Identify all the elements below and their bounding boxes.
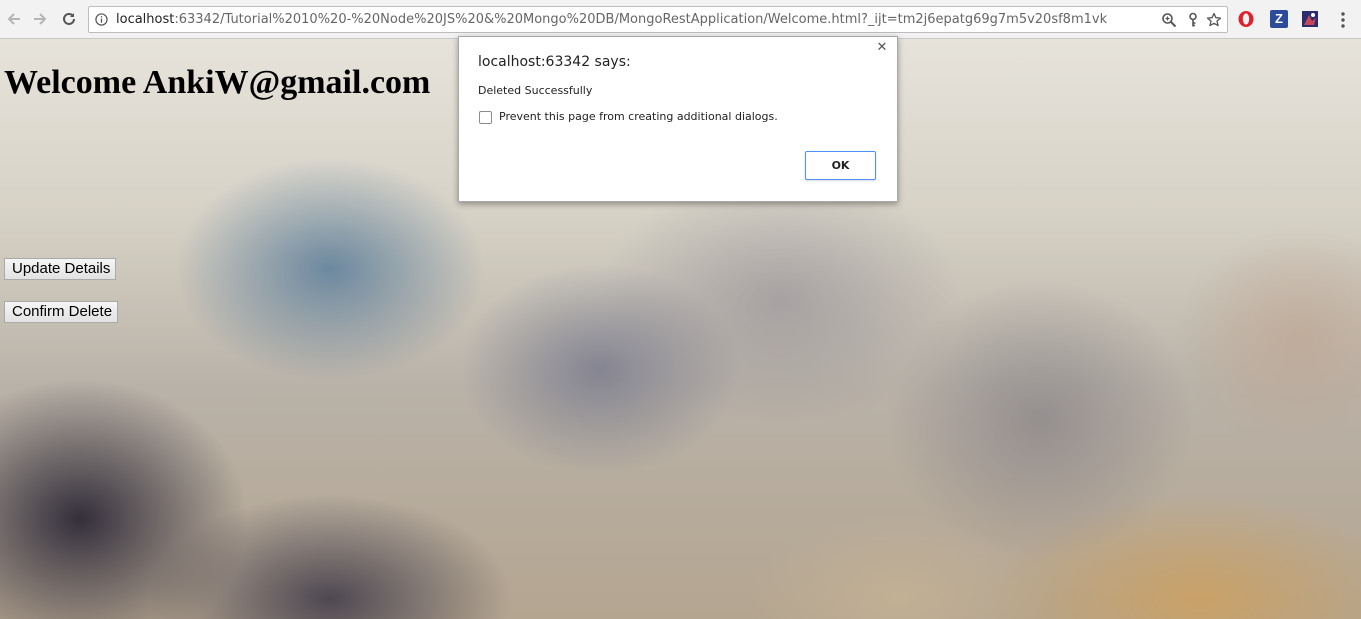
forward-button[interactable]: [29, 8, 51, 30]
url-host: localhost: [116, 12, 175, 27]
ok-button[interactable]: OK: [805, 151, 876, 180]
key-icon[interactable]: [1185, 12, 1201, 28]
dialog-title: localhost:63342 says:: [478, 54, 631, 70]
info-icon[interactable]: [95, 13, 108, 26]
zoom-icon[interactable]: [1161, 12, 1177, 28]
arrow-left-icon: [7, 13, 20, 25]
z-extension-icon[interactable]: Z: [1270, 10, 1288, 28]
kebab-menu-icon[interactable]: [1335, 11, 1351, 29]
url-text[interactable]: localhost:63342/Tutorial%2010%20-%20Node…: [116, 12, 1107, 28]
welcome-heading: Welcome AnkiW@gmail.com: [4, 64, 431, 101]
close-icon[interactable]: ✕: [876, 41, 888, 55]
url-path: :63342/Tutorial%2010%20-%20Node%20JS%20&…: [174, 12, 1108, 27]
star-icon[interactable]: [1206, 12, 1222, 28]
opera-extension-icon[interactable]: [1237, 10, 1255, 28]
back-button[interactable]: [3, 8, 25, 30]
z-extension-label: Z: [1275, 11, 1283, 26]
alert-dialog: ✕ localhost:63342 says: Deleted Successf…: [458, 36, 898, 202]
reload-icon: [63, 12, 75, 25]
address-bar[interactable]: localhost:63342/Tutorial%2010%20-%20Node…: [88, 6, 1228, 33]
reload-button[interactable]: [58, 8, 80, 30]
dialog-message: Deleted Successfully: [478, 84, 593, 97]
confirm-delete-button[interactable]: Confirm Delete: [4, 301, 118, 323]
prevent-dialogs-label[interactable]: Prevent this page from creating addition…: [499, 110, 778, 124]
arrow-right-icon: [34, 13, 47, 25]
rocket-extension-icon[interactable]: [1301, 10, 1319, 28]
browser-toolbar: localhost:63342/Tutorial%2010%20-%20Node…: [0, 0, 1361, 39]
prevent-dialogs-checkbox[interactable]: [479, 111, 492, 124]
update-details-button[interactable]: Update Details: [4, 258, 116, 280]
